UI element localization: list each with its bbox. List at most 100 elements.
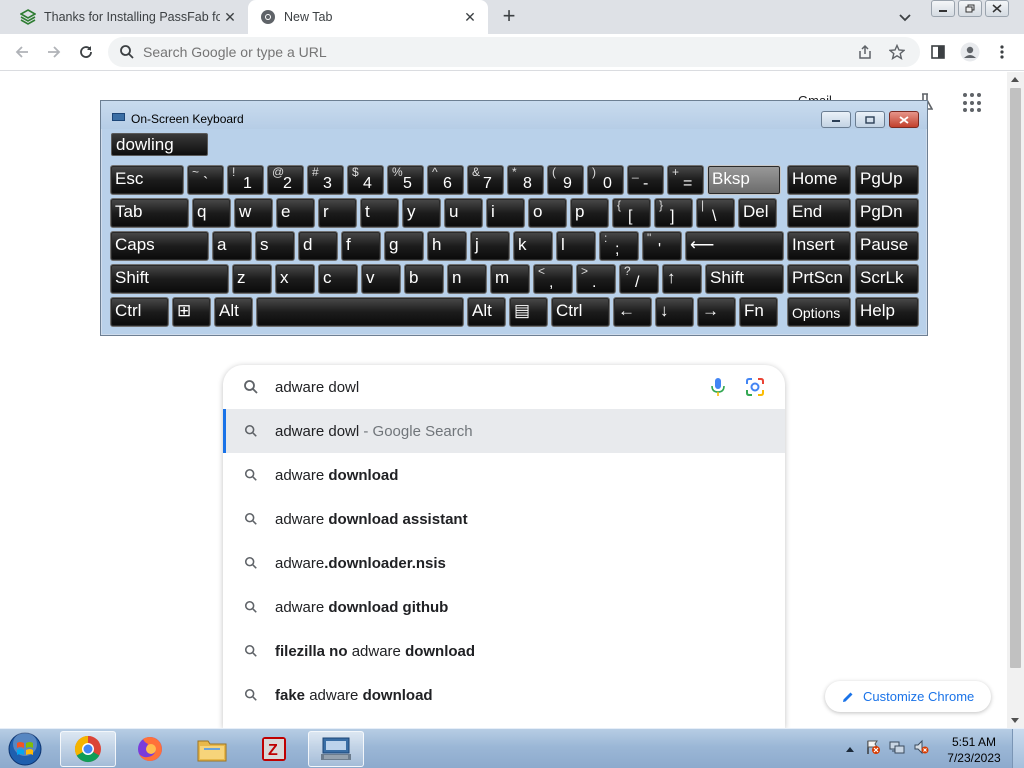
key-symbol[interactable]: ↑ — [662, 264, 702, 294]
share-icon[interactable] — [854, 37, 876, 67]
page-scrollbar[interactable] — [1007, 72, 1024, 728]
tab-close-icon[interactable]: ✕ — [220, 7, 240, 27]
new-tab-plus-icon[interactable]: + — [498, 5, 520, 28]
close-window-icon[interactable] — [985, 0, 1009, 17]
key-4[interactable]: $4 — [347, 165, 384, 195]
tab-search-chevron-icon[interactable] — [896, 8, 914, 26]
key-symbol[interactable]: ↓ — [655, 297, 694, 327]
key-d[interactable]: d — [298, 231, 338, 261]
side-panel-icon[interactable] — [928, 42, 948, 62]
key-u[interactable]: u — [444, 198, 483, 228]
key-h[interactable]: h — [427, 231, 467, 261]
key-k[interactable]: k — [513, 231, 553, 261]
key-symbol[interactable]: :; — [599, 231, 639, 261]
customize-chrome-button[interactable]: Customize Chrome — [825, 681, 991, 712]
key-j[interactable]: j — [470, 231, 510, 261]
tab-passfab[interactable]: Thanks for Installing PassFab for ✕ — [8, 0, 248, 34]
key-tab[interactable]: Tab — [110, 198, 189, 228]
key-options[interactable]: Options — [787, 297, 851, 327]
google-lens-icon[interactable] — [745, 377, 765, 402]
search-box[interactable]: adware dowl — [223, 365, 785, 409]
taskbar-explorer-icon[interactable] — [184, 731, 240, 767]
key-insert[interactable]: Insert — [787, 231, 851, 261]
key-q[interactable]: q — [192, 198, 231, 228]
suggestion-item[interactable]: adware download github — [223, 585, 785, 629]
key-windows-logo-icon[interactable]: ⊞ — [172, 297, 211, 327]
google-apps-icon[interactable] — [963, 93, 983, 113]
key-w[interactable]: w — [234, 198, 273, 228]
key-v[interactable]: v — [361, 264, 401, 294]
key-alt[interactable]: Alt — [214, 297, 253, 327]
key-shift[interactable]: Shift — [705, 264, 784, 294]
network-icon[interactable] — [889, 739, 905, 760]
scroll-up-arrow-icon[interactable] — [1011, 77, 1019, 82]
key-caps[interactable]: Caps — [110, 231, 209, 261]
suggestion-item[interactable]: adware.downloader.nsis — [223, 541, 785, 585]
address-bar-input[interactable] — [143, 44, 920, 60]
key-1[interactable]: ! 1 — [227, 165, 264, 195]
key-e[interactable]: e — [276, 198, 315, 228]
key-symbol[interactable]: | \ — [696, 198, 735, 228]
key-prtscn[interactable]: PrtScn — [787, 264, 851, 294]
key-r[interactable]: r — [318, 198, 357, 228]
suggestion-item[interactable]: adware download — [223, 453, 785, 497]
key-help[interactable]: Help — [855, 297, 919, 327]
key-symbol[interactable]: }] — [654, 198, 693, 228]
suggestion-item[interactable]: adware dowl - Google Search — [223, 409, 785, 453]
key-symbol[interactable]: <, — [533, 264, 573, 294]
osk-prediction-text[interactable]: dowling — [111, 133, 208, 156]
taskbar-chrome-icon[interactable] — [60, 731, 116, 767]
minimize-icon[interactable] — [931, 0, 955, 17]
voice-search-mic-icon[interactable] — [709, 377, 727, 402]
scroll-thumb[interactable] — [1010, 88, 1021, 668]
key-i[interactable]: i — [486, 198, 525, 228]
key-symbol[interactable]: _ - — [627, 165, 664, 195]
key-symbol[interactable]: >. — [576, 264, 616, 294]
key-scrlk[interactable]: ScrLk — [855, 264, 919, 294]
key-ctrl[interactable]: Ctrl — [110, 297, 169, 327]
omnibox[interactable] — [108, 37, 920, 67]
key-esc[interactable]: Esc — [110, 165, 184, 195]
taskbar-clock[interactable]: 5:51 AM 7/23/2023 — [940, 734, 1008, 766]
key-o[interactable]: o — [528, 198, 567, 228]
key-3[interactable]: #3 — [307, 165, 344, 195]
key-menu-icon[interactable]: ▤ — [509, 297, 548, 327]
key-t[interactable]: t — [360, 198, 399, 228]
show-hidden-icons-icon[interactable] — [845, 740, 855, 758]
key-symbol[interactable]: → — [697, 297, 736, 327]
key-b[interactable]: b — [404, 264, 444, 294]
key-s[interactable]: s — [255, 231, 295, 261]
suggestion-item[interactable]: fake adware download — [223, 673, 785, 717]
key-g[interactable]: g — [384, 231, 424, 261]
reload-icon[interactable] — [76, 42, 96, 62]
key-end[interactable]: End — [787, 198, 851, 228]
key-space[interactable] — [256, 297, 464, 327]
key-p[interactable]: p — [570, 198, 609, 228]
key-x[interactable]: x — [275, 264, 315, 294]
key-symbol[interactable]: " ' — [642, 231, 682, 261]
key-0[interactable]: ) 0 — [587, 165, 624, 195]
osk-title-bar[interactable]: On-Screen Keyboard — [101, 101, 927, 129]
key-symbol[interactable]: {[ — [612, 198, 651, 228]
osk-close-icon[interactable] — [889, 111, 919, 128]
key-m[interactable]: m — [490, 264, 530, 294]
key-f[interactable]: f — [341, 231, 381, 261]
search-query-text[interactable]: adware dowl — [275, 379, 359, 396]
taskbar-filezilla-icon[interactable]: Z — [246, 731, 302, 767]
scroll-down-arrow-icon[interactable] — [1011, 718, 1019, 723]
key-symbol[interactable]: ⟵ — [685, 231, 784, 261]
key-symbol[interactable]: + = — [667, 165, 704, 195]
key-symbol[interactable]: ← — [613, 297, 652, 327]
key-c[interactable]: c — [318, 264, 358, 294]
key-symbol[interactable]: ? / — [619, 264, 659, 294]
key-pause[interactable]: Pause — [855, 231, 919, 261]
action-center-flag-icon[interactable] — [865, 739, 881, 760]
key-home[interactable]: Home — [787, 165, 851, 195]
key-ctrl[interactable]: Ctrl — [551, 297, 610, 327]
key-del[interactable]: Del — [738, 198, 777, 228]
suggestion-item[interactable]: adware download assistant — [223, 497, 785, 541]
key-z[interactable]: z — [232, 264, 272, 294]
key-pgup[interactable]: PgUp — [855, 165, 919, 195]
chrome-menu-icon[interactable] — [992, 42, 1012, 62]
key-pgdn[interactable]: PgDn — [855, 198, 919, 228]
